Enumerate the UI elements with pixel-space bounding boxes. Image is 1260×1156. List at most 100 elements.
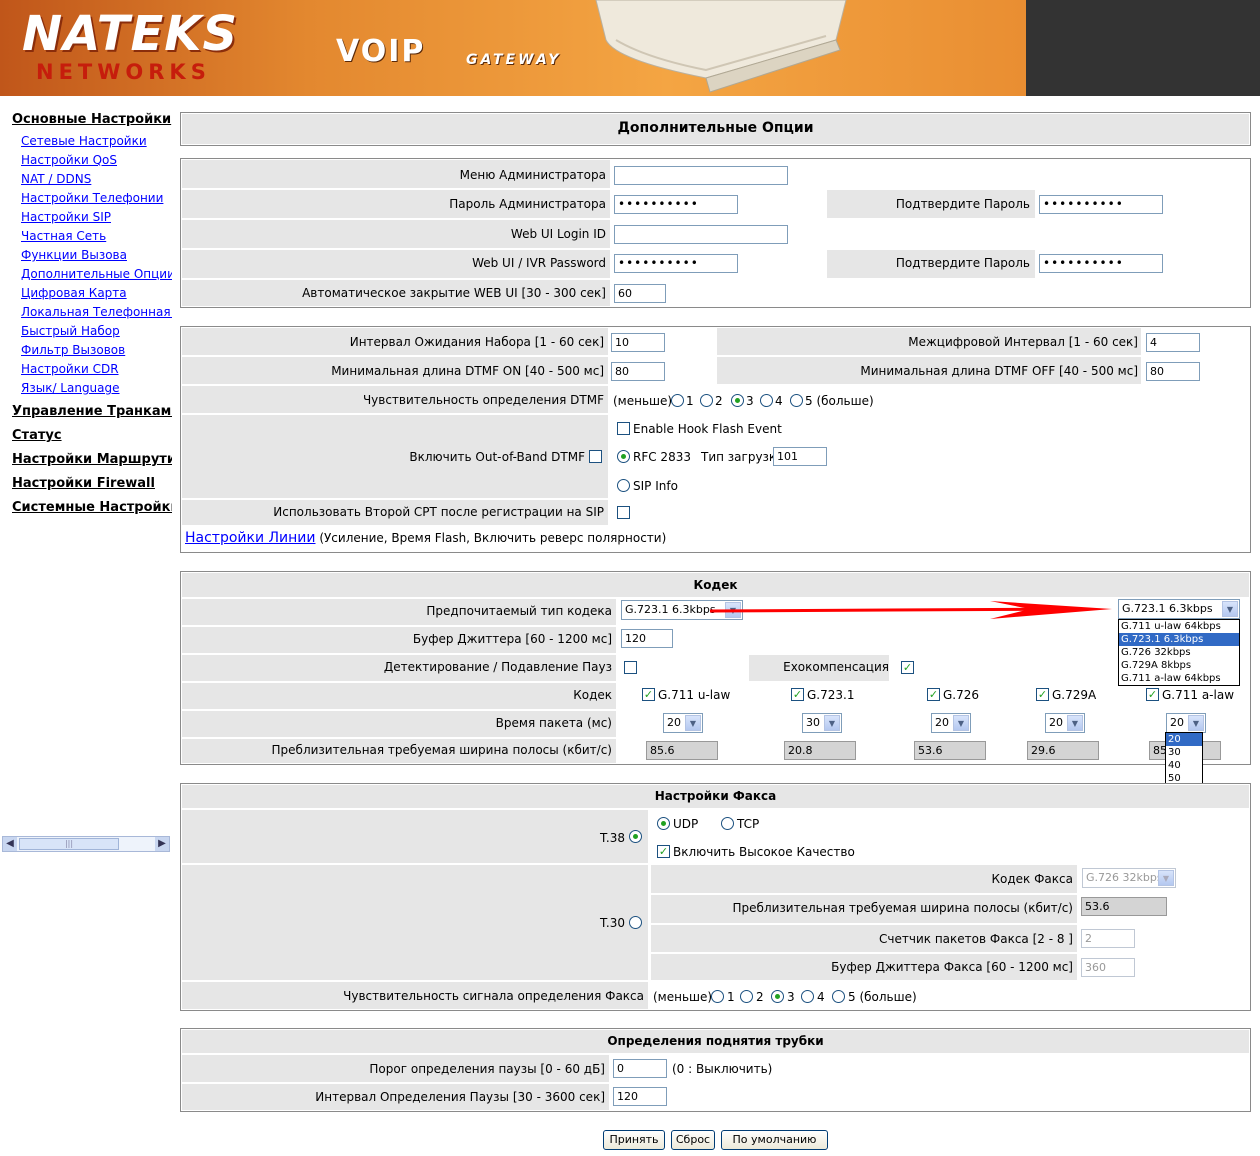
scroll-left-icon[interactable]: ◀ xyxy=(3,837,17,851)
default-button[interactable]: По умолчанию xyxy=(721,1130,828,1150)
admin-password-input[interactable]: •••••••••• xyxy=(614,195,738,214)
sidebar-item-language[interactable]: Язык/ Language xyxy=(21,381,172,395)
dial-wait-input[interactable]: 10 xyxy=(611,333,665,352)
fax-sens-radio-3[interactable] xyxy=(771,990,784,1003)
sidebar-item-advanced[interactable]: Дополнительные Опции xyxy=(21,267,172,281)
ivr-password-input[interactable]: •••••••••• xyxy=(614,254,738,273)
networks-logo: NETWORKS xyxy=(36,60,211,84)
ptime-select-g711a[interactable]: 20 ▼ xyxy=(1166,713,1206,733)
dtmf-sens-radio-2[interactable] xyxy=(700,394,713,407)
admin-confirm-input[interactable]: •••••••••• xyxy=(1039,195,1163,214)
high-quality-checkbox[interactable]: ✓ xyxy=(657,845,670,858)
apply-button[interactable]: Принять xyxy=(603,1130,665,1150)
scroll-thumb[interactable]: ||| xyxy=(19,838,119,850)
pref-codec-option[interactable]: G.729A 8kbps xyxy=(1119,659,1239,672)
sidebar-section-system[interactable]: Системные Настройки xyxy=(12,500,172,515)
fax-codec-select[interactable]: G.726 32kbps ▼ xyxy=(1082,868,1176,888)
sidebar-item-digit-map[interactable]: Цифровая Карта xyxy=(21,286,172,300)
pref-codec-option[interactable]: G.711 u-law 64kbps xyxy=(1119,620,1239,633)
sidebar-item-private-network[interactable]: Частная Сеть xyxy=(21,229,172,243)
t30-radio[interactable] xyxy=(629,916,642,929)
dtmf-sens-radio-1[interactable] xyxy=(671,394,684,407)
admin-menu-input[interactable] xyxy=(614,166,788,185)
codec-checkbox-g729[interactable]: ✓ xyxy=(1036,688,1049,701)
sidebar-item-network[interactable]: Сетевые Настройки xyxy=(21,134,172,148)
dtmf-off-input[interactable]: 80 xyxy=(1146,362,1200,381)
pref-codec-option[interactable]: G.711 a-law 64kbps xyxy=(1119,672,1239,685)
ptime-option[interactable]: 40 xyxy=(1166,759,1202,772)
fax-sens-less: (меньше) xyxy=(653,990,713,1004)
oob-dtmf-checkbox[interactable] xyxy=(589,450,602,463)
payload-type-input[interactable]: 101 xyxy=(773,447,827,466)
scroll-right-icon[interactable]: ▶ xyxy=(155,837,169,851)
dtmf-sens-radio-3[interactable] xyxy=(731,394,744,407)
tcp-radio[interactable] xyxy=(721,817,734,830)
login-id-input[interactable] xyxy=(614,225,788,244)
autoclose-input[interactable]: 60 xyxy=(614,284,666,303)
sidebar-section-trunks[interactable]: Управление Транками xyxy=(12,404,172,419)
line-settings-link[interactable]: Настройки Линии xyxy=(185,530,316,546)
sidebar-section-status[interactable]: Статус xyxy=(12,428,172,443)
fax-sens-radio-4[interactable] xyxy=(801,990,814,1003)
dtmf-sens-radio-5[interactable] xyxy=(790,394,803,407)
sidebar-item-qos[interactable]: Настройки QoS xyxy=(21,153,172,167)
ptime-label: Время пакета (мс) xyxy=(495,716,612,730)
interdigit-input[interactable]: 4 xyxy=(1146,333,1200,352)
voip-logo: VOIP xyxy=(336,34,426,69)
sidebar-section-firewall[interactable]: Настройки Firewall xyxy=(12,476,172,491)
reset-button[interactable]: Сброс xyxy=(671,1130,715,1150)
fax-sens-radio-5[interactable] xyxy=(832,990,845,1003)
vad-checkbox[interactable] xyxy=(624,661,637,674)
pause-threshold-input[interactable]: 0 xyxy=(613,1059,667,1078)
hook-flash-checkbox[interactable] xyxy=(617,422,630,435)
pref-codec-option[interactable]: G.726 32kbps xyxy=(1119,646,1239,659)
admin-password-label: Пароль Администратора xyxy=(449,197,606,211)
pref-codec-option-selected[interactable]: G.723.1 6.3kbps xyxy=(1119,633,1239,646)
ivr-confirm-input[interactable]: •••••••••• xyxy=(1039,254,1163,273)
sidebar-section-routing[interactable]: Настройки Маршрутизации xyxy=(12,452,172,467)
pref-codec-select-open[interactable]: G.723.1 6.3kbps ▼ xyxy=(1118,599,1240,619)
ptime-select-g729[interactable]: 20 ▼ xyxy=(1045,713,1085,733)
second-cpt-checkbox[interactable] xyxy=(617,506,630,519)
sidebar-item-telephony[interactable]: Настройки Телефонии xyxy=(21,191,172,205)
sip-info-radio[interactable] xyxy=(617,479,630,492)
ptime-select-g726[interactable]: 20 ▼ xyxy=(931,713,971,733)
fax-sens-label-1: 1 xyxy=(727,990,735,1004)
fax-packet-count-input[interactable]: 2 xyxy=(1081,929,1135,948)
sidebar-item-cdr[interactable]: Настройки CDR xyxy=(21,362,172,376)
ptime-select-g723[interactable]: 30 ▼ xyxy=(802,713,842,733)
ptime-select-g711u[interactable]: 20 ▼ xyxy=(663,713,703,733)
rfc2833-radio[interactable] xyxy=(617,450,630,463)
gateway-logo: GATEWAY xyxy=(466,52,562,68)
rfc2833-label: RFC 2833 xyxy=(633,450,691,464)
pref-codec-dropdown-list[interactable]: G.711 u-law 64kbps G.723.1 6.3kbps G.726… xyxy=(1118,619,1240,686)
fax-table: Настройки Факса T.38 UDP TCP ✓ Включить … xyxy=(180,783,1251,1011)
echo-checkbox[interactable]: ✓ xyxy=(901,661,914,674)
fax-sens-radio-2[interactable] xyxy=(740,990,753,1003)
sidebar-item-call-features[interactable]: Функции Вызова xyxy=(21,248,172,262)
sidebar-item-speed-dial[interactable]: Быстрый Набор xyxy=(21,324,172,338)
fax-jitter-input[interactable]: 360 xyxy=(1081,958,1135,977)
codec-jitter-input[interactable]: 120 xyxy=(621,629,673,648)
sidebar-item-phonebook[interactable]: Локальная Телефонная Книга xyxy=(21,305,172,319)
codec-checkbox-g726[interactable]: ✓ xyxy=(927,688,940,701)
t38-radio[interactable] xyxy=(629,830,642,843)
sidebar-item-nat[interactable]: NAT / DDNS xyxy=(21,172,172,186)
codec-checkbox-g723[interactable]: ✓ xyxy=(791,688,804,701)
sidebar-scrollbar[interactable]: ◀ ||| ▶ xyxy=(2,836,170,852)
ptime-option-selected[interactable]: 20 xyxy=(1166,733,1202,746)
codec-checkbox-g711a[interactable]: ✓ xyxy=(1146,688,1159,701)
dtmf-on-input[interactable]: 80 xyxy=(611,362,665,381)
dtmf-sens-radio-4[interactable] xyxy=(760,394,773,407)
pause-interval-input[interactable]: 120 xyxy=(613,1087,667,1106)
sidebar-item-sip[interactable]: Настройки SIP xyxy=(21,210,172,224)
ptime-option[interactable]: 30 xyxy=(1166,746,1202,759)
sidebar-item-call-filter[interactable]: Фильтр Вызовов xyxy=(21,343,172,357)
fax-sens-radio-1[interactable] xyxy=(711,990,724,1003)
codec-checkbox-g711u[interactable]: ✓ xyxy=(642,688,655,701)
udp-radio[interactable] xyxy=(657,817,670,830)
codec-name-g723: G.723.1 xyxy=(807,688,855,702)
payload-type-label: Тип загрузки xyxy=(701,450,784,464)
udp-label: UDP xyxy=(673,817,699,831)
sidebar-section-basic[interactable]: Основные Настройки xyxy=(12,112,172,127)
